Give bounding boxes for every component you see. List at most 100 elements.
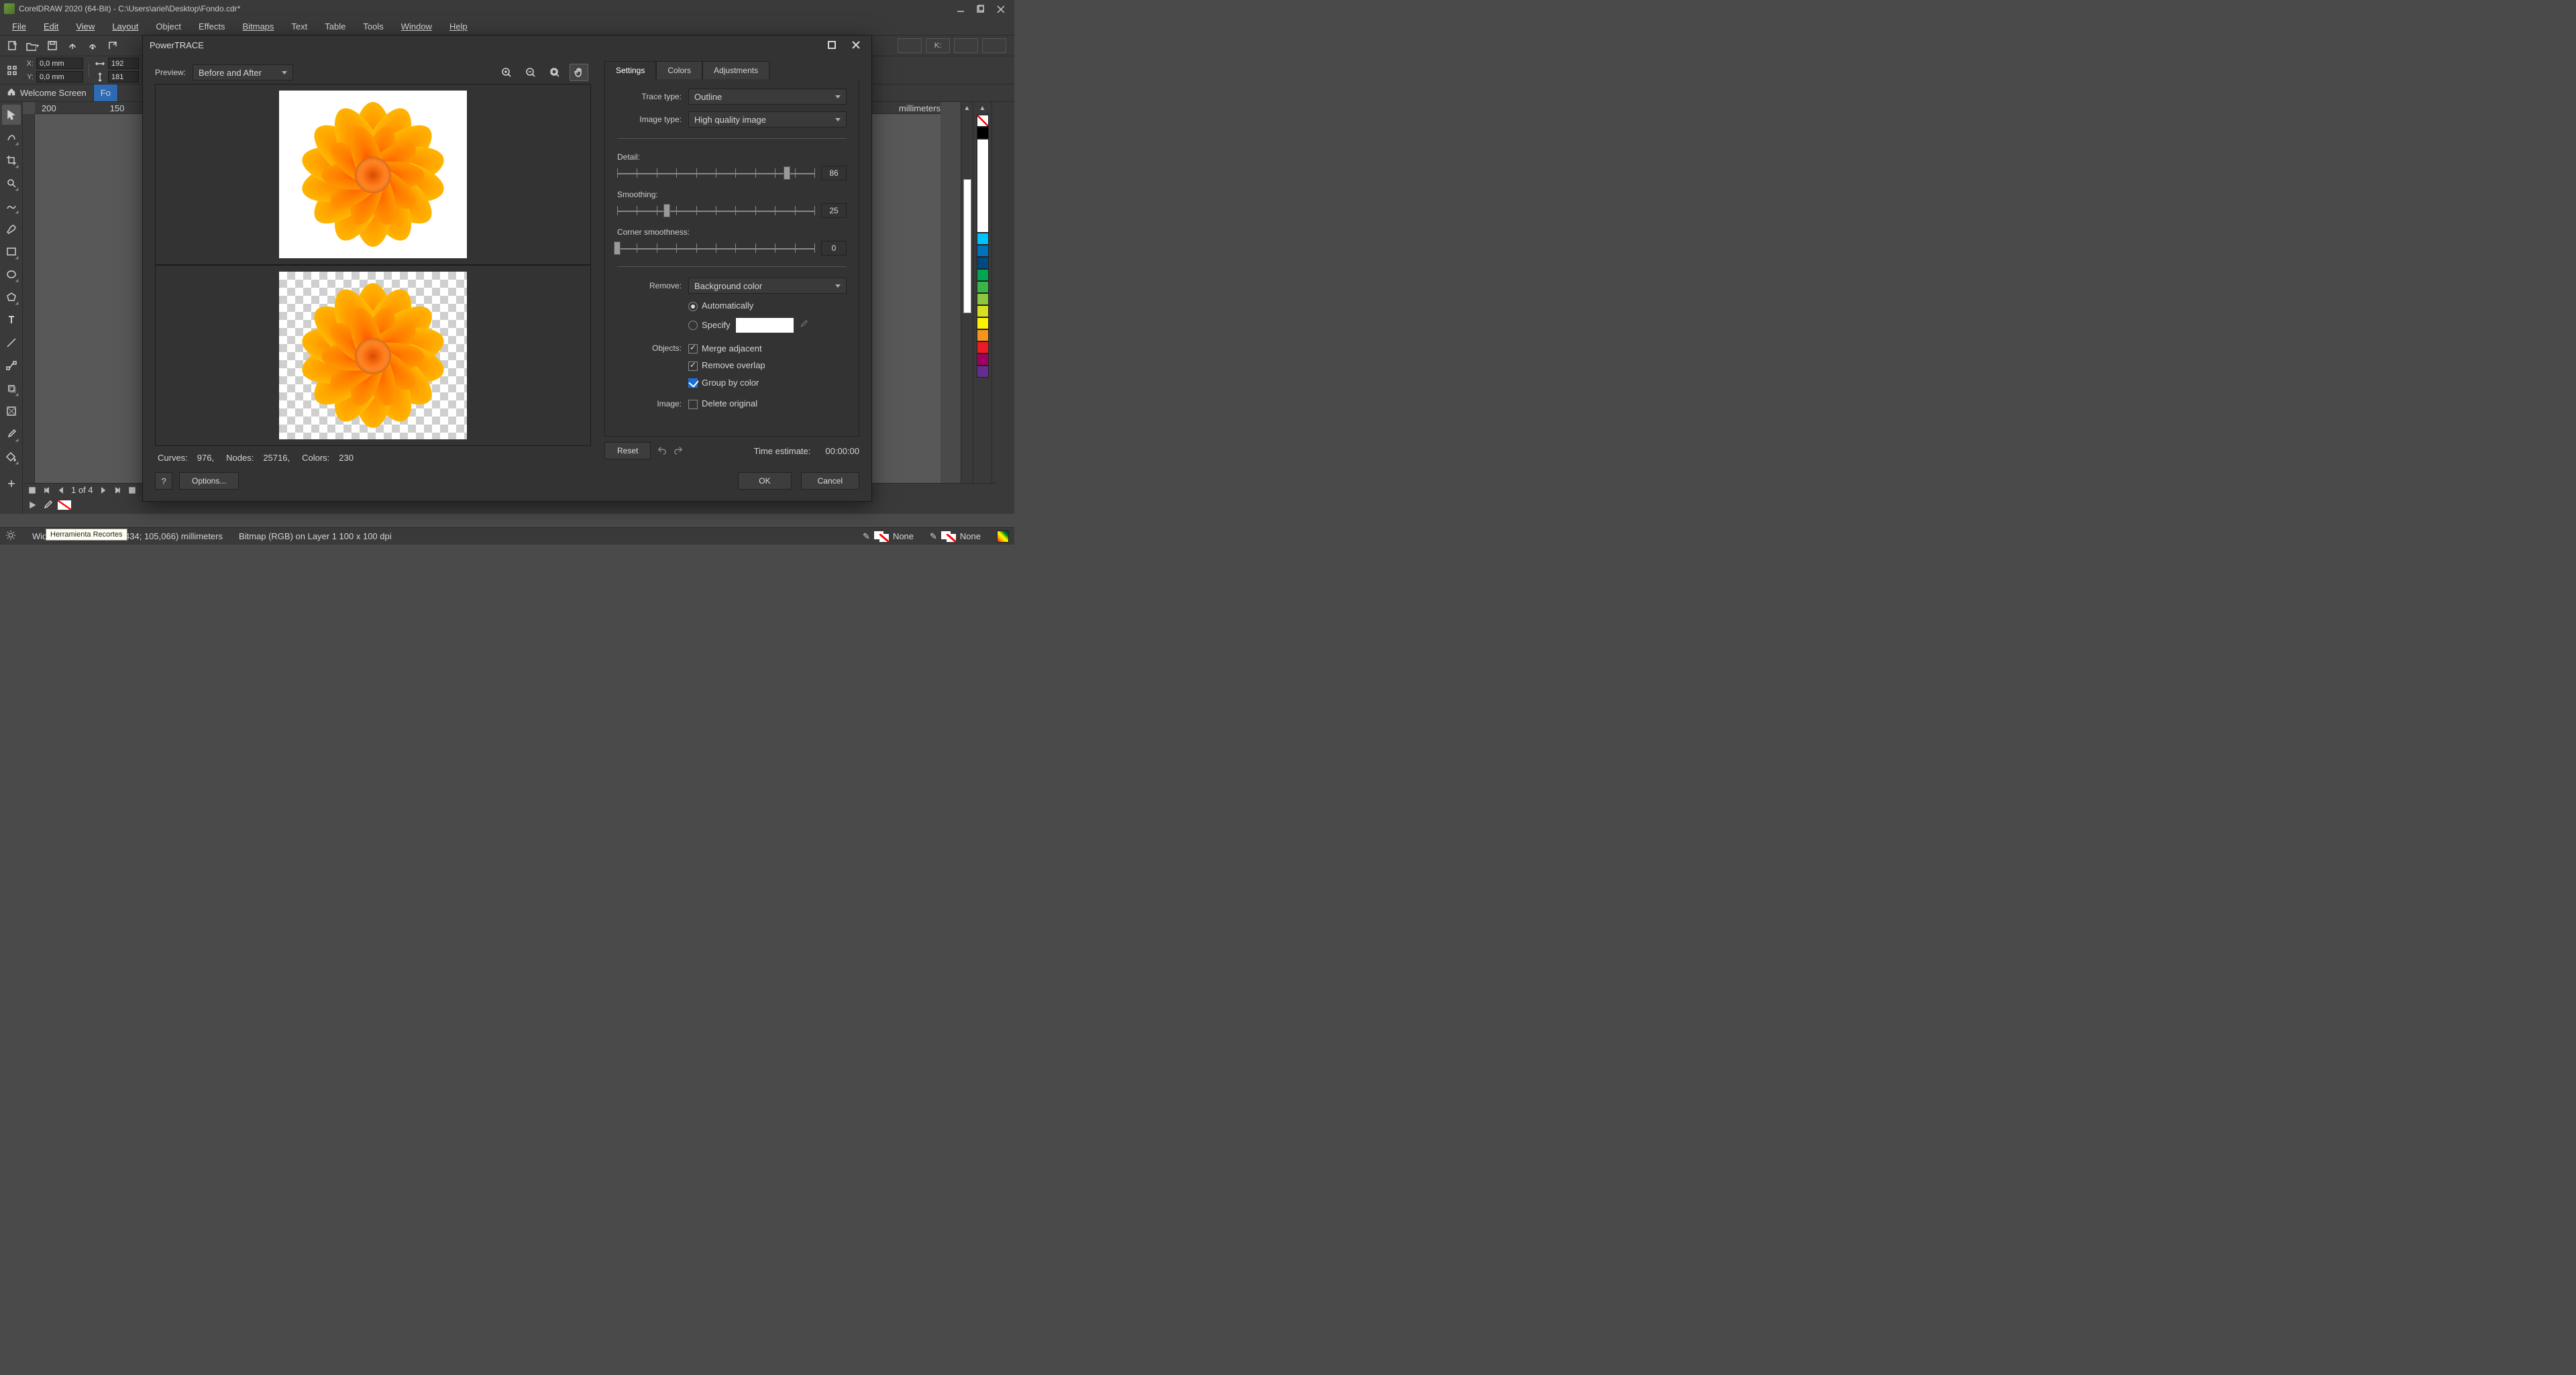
rectangle-tool[interactable]	[2, 241, 21, 262]
menu-view[interactable]: View	[68, 19, 103, 34]
export-icon[interactable]	[105, 38, 121, 54]
swatch[interactable]	[977, 245, 989, 257]
artistic-media-tool[interactable]	[2, 219, 21, 239]
undo-icon[interactable]	[657, 445, 667, 457]
swatch[interactable]	[977, 341, 989, 353]
vertical-scrollbar[interactable]: ▲	[961, 102, 973, 514]
dialog-close-button[interactable]	[847, 38, 865, 52]
detail-slider[interactable]	[617, 167, 814, 179]
dialog-title-bar[interactable]: PowerTRACE	[143, 36, 871, 54]
corner-value[interactable]: 0	[821, 241, 847, 256]
x-input[interactable]	[36, 58, 83, 69]
menu-effects[interactable]: Effects	[191, 19, 233, 34]
ellipse-tool[interactable]	[2, 264, 21, 284]
remove-specify-radio[interactable]: Specify	[688, 320, 731, 331]
zoom-fit-icon[interactable]	[545, 64, 564, 81]
zoom-tool[interactable]	[2, 173, 21, 193]
options-button[interactable]: Options...	[179, 472, 239, 490]
preview-before[interactable]	[156, 85, 590, 266]
eyedropper-icon[interactable]	[799, 319, 808, 331]
trace-type-combo[interactable]: Outline	[688, 89, 847, 105]
width-input[interactable]	[108, 58, 139, 69]
preview-mode-combo[interactable]: Before and After	[193, 64, 293, 80]
scroll-thumb[interactable]	[963, 179, 971, 313]
toolbox-more[interactable]	[2, 474, 21, 494]
status-palette-icon[interactable]	[997, 531, 1009, 543]
dialog-maximize-button[interactable]	[823, 38, 841, 52]
height-input[interactable]	[108, 71, 139, 82]
image-type-combo[interactable]: High quality image	[688, 111, 847, 127]
connector-tool[interactable]	[2, 355, 21, 376]
menu-layout[interactable]: Layout	[104, 19, 146, 34]
toolbar-box[interactable]	[954, 38, 978, 53]
menu-text[interactable]: Text	[283, 19, 315, 34]
menu-help[interactable]: Help	[441, 19, 476, 34]
specify-color-swatch[interactable]	[736, 318, 794, 333]
crop-tool[interactable]	[2, 150, 21, 170]
swatch[interactable]	[977, 366, 989, 378]
text-tool[interactable]	[2, 310, 21, 330]
save-icon[interactable]	[44, 38, 60, 54]
tab-adjustments[interactable]: Adjustments	[702, 61, 769, 79]
tab-active-doc[interactable]: Fo	[94, 85, 118, 101]
page-add-icon[interactable]	[27, 485, 38, 496]
gear-icon[interactable]	[5, 530, 16, 543]
cloud-upload-icon[interactable]	[64, 38, 80, 54]
tab-settings[interactable]: Settings	[604, 61, 656, 79]
zoom-out-icon[interactable]	[521, 64, 540, 81]
swatch[interactable]	[977, 329, 989, 341]
menu-bitmaps[interactable]: Bitmaps	[234, 19, 282, 34]
remove-auto-radio[interactable]: Automatically	[688, 300, 753, 311]
toolbar-box-k[interactable]: K:	[926, 38, 950, 53]
menu-object[interactable]: Object	[148, 19, 189, 34]
cancel-button[interactable]: Cancel	[801, 472, 859, 490]
group-by-color-check[interactable]: Group by color	[688, 378, 759, 388]
cloud-download-icon[interactable]	[85, 38, 101, 54]
page-next-icon[interactable]	[97, 485, 108, 496]
palette-play-icon[interactable]	[27, 500, 38, 510]
tab-colors[interactable]: Colors	[656, 61, 702, 79]
menu-tools[interactable]: Tools	[355, 19, 391, 34]
merge-adjacent-check[interactable]: Merge adjacent	[688, 343, 762, 354]
eyedropper-icon[interactable]	[42, 499, 54, 511]
corner-slider[interactable]	[617, 242, 814, 254]
remove-overlap-check[interactable]: Remove overlap	[688, 360, 765, 371]
polygon-tool[interactable]	[2, 287, 21, 307]
page-first-icon[interactable]	[42, 485, 52, 496]
fill-tool[interactable]	[2, 447, 21, 467]
fill-indicator[interactable]: ✎ None	[863, 531, 914, 542]
swatch-none[interactable]	[977, 115, 989, 127]
toolbar-box[interactable]	[898, 38, 922, 53]
palette-none-swatch[interactable]	[58, 500, 71, 510]
close-button[interactable]	[990, 1, 1010, 16]
minimize-button[interactable]	[950, 1, 970, 16]
drop-shadow-tool[interactable]	[2, 378, 21, 398]
redo-icon[interactable]	[674, 445, 683, 457]
reset-button[interactable]: Reset	[604, 442, 651, 459]
eyedropper-tool[interactable]	[2, 424, 21, 444]
pan-hand-icon[interactable]	[570, 64, 588, 81]
y-input[interactable]	[36, 71, 83, 82]
menu-table[interactable]: Table	[317, 19, 354, 34]
freehand-tool[interactable]	[2, 196, 21, 216]
remove-combo[interactable]: Background color	[688, 278, 847, 294]
menu-window[interactable]: Window	[393, 19, 440, 34]
swatch[interactable]	[977, 257, 989, 269]
detail-value[interactable]: 86	[821, 166, 847, 180]
open-folder-icon[interactable]: ▾	[24, 38, 40, 54]
pick-tool[interactable]	[2, 105, 21, 125]
swatch[interactable]	[977, 281, 989, 293]
swatch[interactable]	[977, 317, 989, 329]
object-origin-icon[interactable]	[4, 62, 20, 78]
ruler-vertical[interactable]	[23, 114, 35, 494]
page-prev-icon[interactable]	[56, 485, 67, 496]
smoothing-value[interactable]: 25	[821, 203, 847, 218]
zoom-in-icon[interactable]	[497, 64, 516, 81]
toolbar-box[interactable]	[982, 38, 1006, 53]
swatch[interactable]	[977, 233, 989, 245]
help-button[interactable]: ?	[155, 472, 172, 490]
ok-button[interactable]: OK	[738, 472, 791, 490]
shape-tool[interactable]	[2, 127, 21, 148]
page-last-icon[interactable]	[112, 485, 123, 496]
swatch[interactable]	[977, 293, 989, 305]
